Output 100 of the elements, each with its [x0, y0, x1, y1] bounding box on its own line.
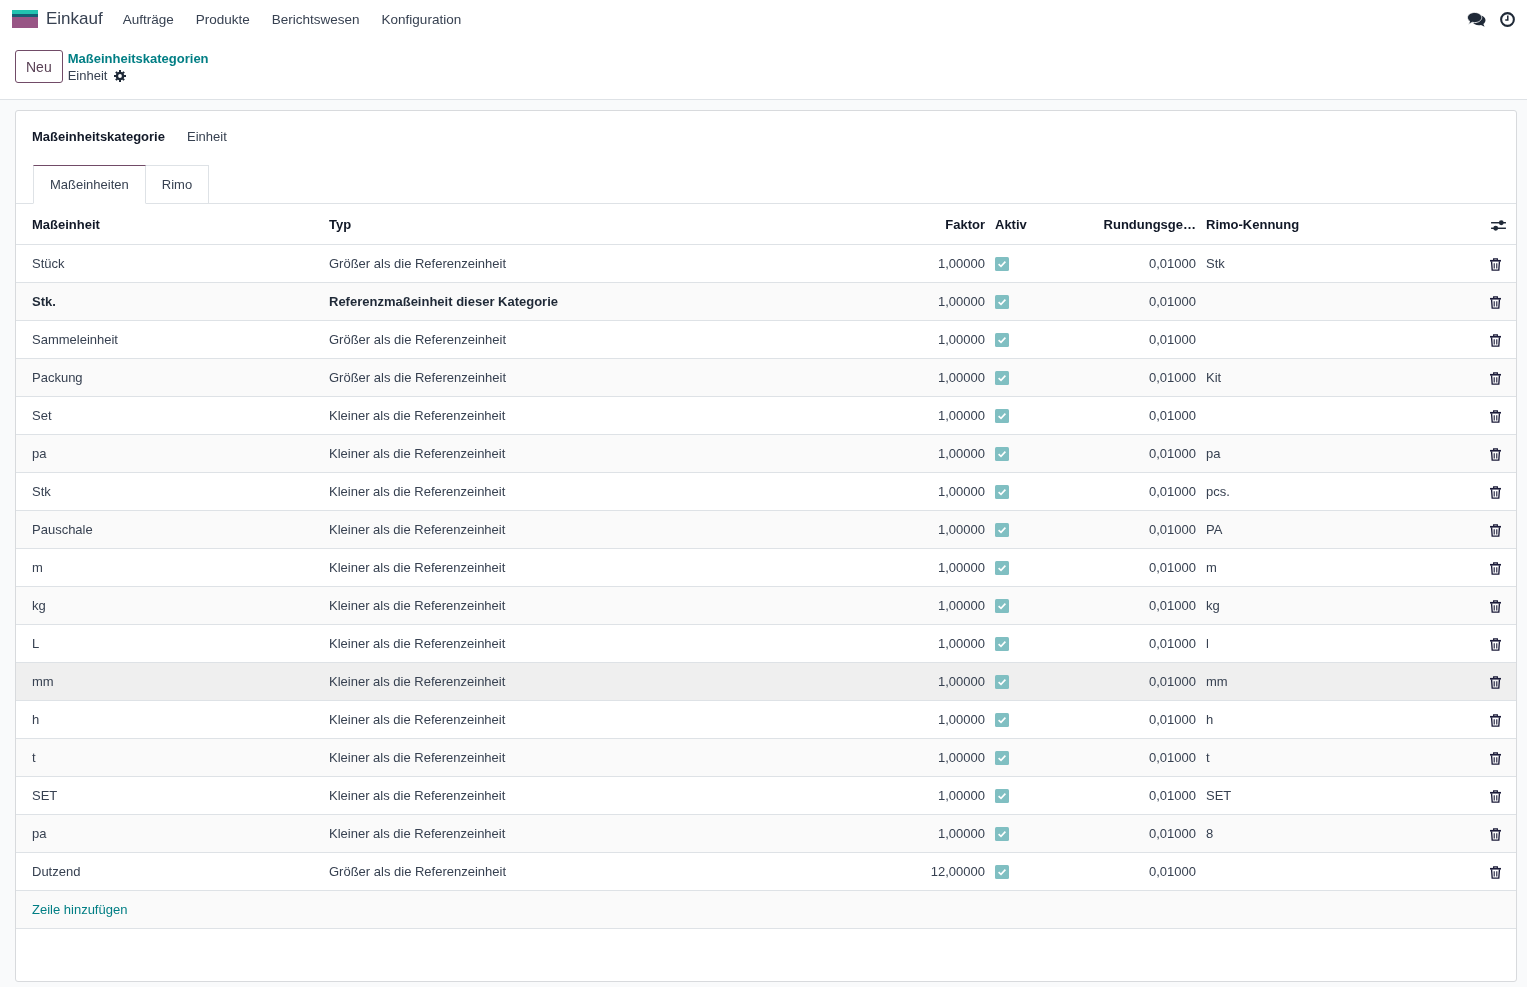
clock-icon[interactable]	[1500, 11, 1515, 27]
table-cell: 1,00000	[900, 396, 990, 435]
trash-icon[interactable]	[1489, 752, 1501, 766]
menu-item[interactable]: Konfiguration	[381, 11, 462, 27]
table-row[interactable]: Stk. Referenzmaßeinheit dieser Kategorie 1,00000 0,01000	[16, 282, 1516, 321]
table-row[interactable]: h Kleiner als die Referenzeinheit 1,00000 0,01000 h	[16, 700, 1516, 739]
table-cell: pcs.	[1201, 472, 1476, 511]
table-row[interactable]: Pauschale Kleiner als die Referenzeinheit 1,00000 0,01000 PA	[16, 510, 1516, 549]
table-row[interactable]: kg Kleiner als die Referenzeinheit 1,00000 0,01000 kg	[16, 586, 1516, 625]
table-cell: 1,00000	[900, 548, 990, 587]
table-cell: 1,00000	[900, 738, 990, 777]
table-cell: 0,01000	[1090, 852, 1201, 891]
trash-icon[interactable]	[1489, 486, 1501, 500]
table-cell: t	[1201, 738, 1476, 777]
trash-icon[interactable]	[1489, 334, 1501, 348]
checkbox[interactable]	[995, 522, 1009, 537]
checkbox[interactable]	[995, 826, 1009, 841]
table-row[interactable]: Stk Kleiner als die Referenzeinheit 1,00000 0,01000 pcs.	[16, 472, 1516, 511]
trash-icon[interactable]	[1489, 448, 1501, 462]
tab[interactable]: Rimo	[144, 165, 210, 204]
table-row[interactable]: L Kleiner als die Referenzeinheit 1,00000 0,01000 l	[16, 624, 1516, 663]
column-header[interactable]: Aktiv	[990, 204, 1090, 245]
table-cell: 0,01000	[1090, 510, 1201, 549]
checkbox[interactable]	[995, 864, 1009, 879]
checkbox[interactable]	[995, 560, 1009, 575]
column-header[interactable]: Maßeinheit	[16, 204, 324, 245]
trash-icon[interactable]	[1489, 600, 1501, 614]
trash-icon[interactable]	[1489, 676, 1501, 690]
table-cell: Sammeleinheit	[16, 320, 324, 359]
checkbox[interactable]	[995, 370, 1009, 385]
table-cell: 0,01000	[1090, 586, 1201, 625]
trash-icon[interactable]	[1489, 828, 1501, 842]
table-cell: PA	[1201, 510, 1476, 549]
trash-icon[interactable]	[1489, 790, 1501, 804]
trash-icon[interactable]	[1489, 372, 1501, 386]
checkbox[interactable]	[995, 484, 1009, 499]
trash-icon[interactable]	[1489, 524, 1501, 538]
trash-icon[interactable]	[1489, 866, 1501, 880]
table-cell: 0,01000	[1090, 358, 1201, 397]
table-row[interactable]: m Kleiner als die Referenzeinheit 1,00000 0,01000 m	[16, 548, 1516, 587]
table-cell: Kleiner als die Referenzeinheit	[324, 472, 900, 511]
trash-icon[interactable]	[1489, 296, 1501, 310]
table-row[interactable]: SET Kleiner als die Referenzeinheit 1,00000 0,01000 SET	[16, 776, 1516, 815]
checkbox[interactable]	[995, 598, 1009, 613]
column-header[interactable]: Rimo-Kennung	[1201, 204, 1476, 245]
trash-icon[interactable]	[1489, 258, 1501, 272]
table-cell: pa	[16, 434, 324, 473]
table-row[interactable]: Packung Größer als die Referenzeinheit 1,00000 0,01000 Kit	[16, 358, 1516, 397]
trash-icon[interactable]	[1489, 410, 1501, 424]
checkbox[interactable]	[995, 256, 1009, 271]
breadcrumb-link[interactable]: Maßeinheitskategorien	[67, 50, 209, 67]
table-cell: 0,01000	[1090, 434, 1201, 473]
trash-icon[interactable]	[1489, 638, 1501, 652]
table-row[interactable]: pa Kleiner als die Referenzeinheit 1,00000 0,01000 8	[16, 814, 1516, 853]
chat-icon[interactable]	[1467, 11, 1486, 27]
checkbox[interactable]	[995, 294, 1009, 309]
table-row[interactable]: mm Kleiner als die Referenzeinheit 1,00000 0,01000 mm	[16, 662, 1516, 701]
table-row[interactable]: Stück Größer als die Referenzeinheit 1,00000 0,01000 Stk	[16, 244, 1516, 283]
table-cell: 1,00000	[900, 434, 990, 473]
checkbox[interactable]	[995, 332, 1009, 347]
app-logo-icon[interactable]	[12, 10, 38, 28]
table-cell: Kleiner als die Referenzeinheit	[324, 738, 900, 777]
sliders-icon[interactable]	[1491, 218, 1506, 232]
table-cell: h	[1201, 700, 1476, 739]
table-cell: Kleiner als die Referenzeinheit	[324, 510, 900, 549]
settings-icon[interactable]	[114, 69, 127, 82]
menu-item[interactable]: Aufträge	[122, 11, 174, 27]
table-cell: 1,00000	[900, 282, 990, 321]
add-line-link[interactable]: Zeile hinzufügen	[32, 902, 128, 917]
table-row[interactable]: Set Kleiner als die Referenzeinheit 1,00000 0,01000	[16, 396, 1516, 435]
table-cell: Kleiner als die Referenzeinheit	[324, 700, 900, 739]
table-cell: Kit	[1201, 358, 1476, 397]
checkbox[interactable]	[995, 788, 1009, 803]
checkbox[interactable]	[995, 636, 1009, 651]
field-value: Einheit	[187, 128, 227, 146]
trash-icon[interactable]	[1489, 562, 1501, 576]
table-row[interactable]: Dutzend Größer als die Referenzeinheit 12,00000 0,01000	[16, 852, 1516, 891]
checkbox[interactable]	[995, 674, 1009, 689]
checkbox[interactable]	[995, 446, 1009, 461]
column-header[interactable]: Faktor	[900, 204, 990, 245]
trash-icon[interactable]	[1489, 714, 1501, 728]
table-cell: 1,00000	[900, 586, 990, 625]
table-row[interactable]: t Kleiner als die Referenzeinheit 1,00000 0,01000 t	[16, 738, 1516, 777]
table-cell: 1,00000	[900, 510, 990, 549]
new-button[interactable]: Neu	[15, 50, 63, 83]
checkbox[interactable]	[995, 408, 1009, 423]
table-cell: 0,01000	[1090, 662, 1201, 701]
column-header[interactable]: Typ	[324, 204, 900, 245]
table-cell: 8	[1201, 814, 1476, 853]
menu-item[interactable]: Produkte	[195, 11, 250, 27]
table-cell: 1,00000	[900, 624, 990, 663]
menu-item[interactable]: Berichtswesen	[271, 11, 360, 27]
table-row[interactable]: Sammeleinheit Größer als die Referenzeinheit 1,00000 0,01000	[16, 320, 1516, 359]
table-cell: m	[16, 548, 324, 587]
column-header[interactable]: Rundungsge…	[1090, 204, 1201, 245]
checkbox[interactable]	[995, 750, 1009, 765]
app-name[interactable]: Einkauf	[46, 9, 103, 29]
checkbox[interactable]	[995, 712, 1009, 727]
table-row[interactable]: pa Kleiner als die Referenzeinheit 1,00000 0,01000 pa	[16, 434, 1516, 473]
tab[interactable]: Maßeinheiten	[33, 165, 146, 204]
